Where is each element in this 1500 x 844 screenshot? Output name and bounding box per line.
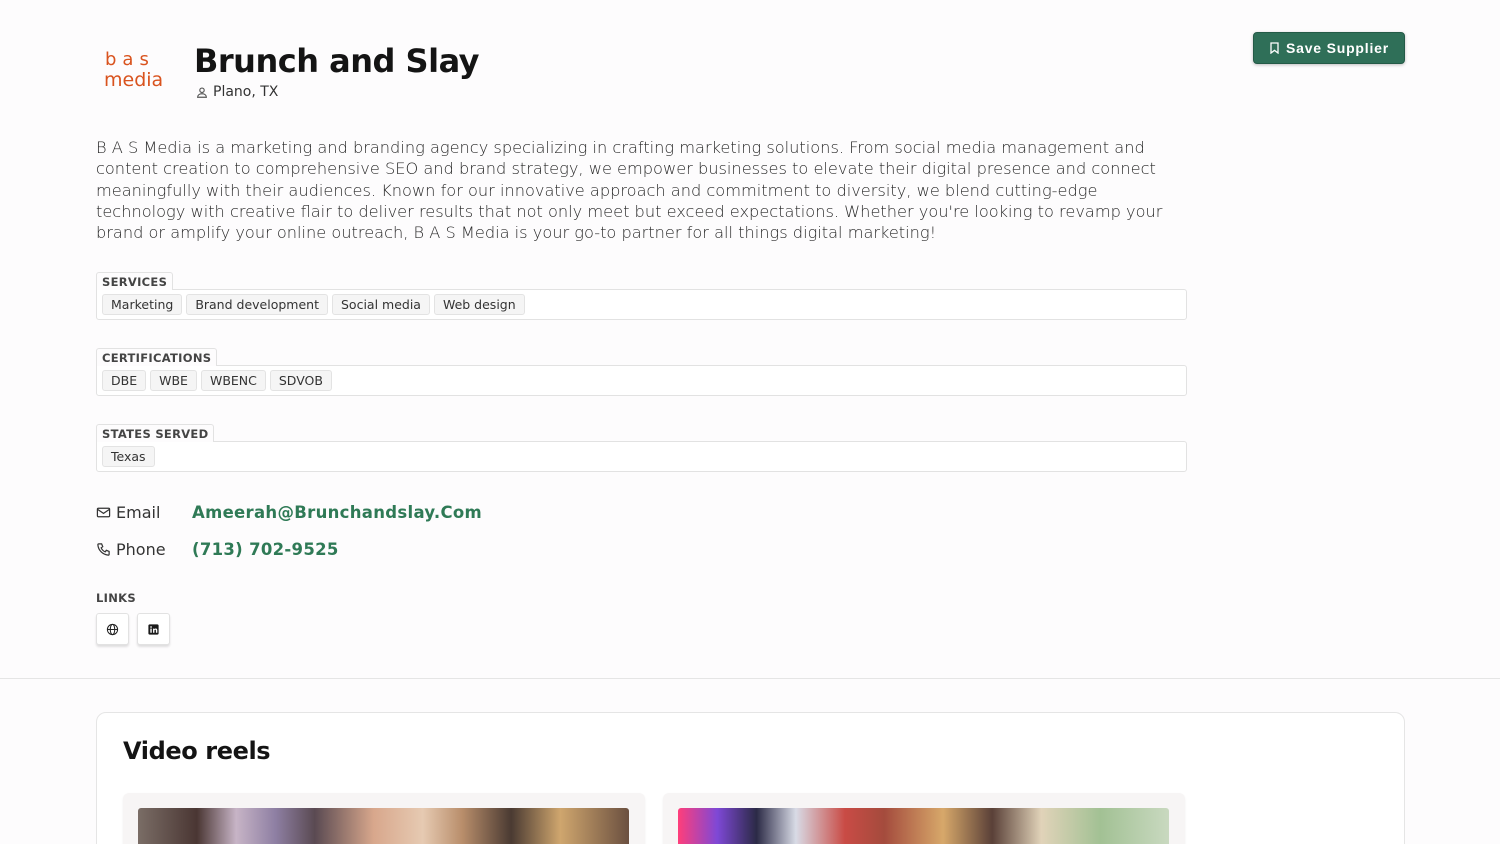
- states-served-tags: Texas: [96, 441, 1187, 472]
- certifications-label: CERTIFICATIONS: [96, 348, 218, 366]
- email-label-text: Email: [116, 503, 161, 522]
- video-thumbnail[interactable]: [138, 808, 629, 844]
- service-tag: Web design: [433, 294, 525, 315]
- email-label: Email: [96, 503, 192, 522]
- services-tags: Marketing Brand development Social media…: [96, 289, 1187, 320]
- bookmark-icon: [1270, 42, 1279, 54]
- states-served-section: STATES SERVED Texas: [96, 422, 1187, 472]
- phone-link[interactable]: (713) 702-9525: [192, 540, 339, 559]
- email-row: Email Ameerah@Brunchandslay.Com: [96, 503, 482, 522]
- video-reel-item[interactable]: [123, 793, 645, 844]
- phone-label: Phone: [96, 540, 192, 559]
- company-description: B A S Media is a marketing and branding …: [96, 138, 1163, 243]
- phone-label-text: Phone: [116, 540, 166, 559]
- section-divider: [0, 678, 1500, 679]
- service-tag: Brand development: [186, 294, 328, 315]
- logo-line-1: bas: [105, 49, 155, 70]
- certifications-section: CERTIFICATIONS DBE WBE WBENC SDVOB: [96, 346, 1187, 396]
- company-logo: bas media: [100, 50, 170, 94]
- video-reels-card: Video reels: [96, 712, 1405, 844]
- state-tag: Texas: [102, 446, 155, 467]
- mail-icon: [96, 507, 111, 518]
- video-thumbnail[interactable]: [678, 808, 1169, 844]
- states-served-label: STATES SERVED: [96, 424, 215, 442]
- service-tag: Social media: [331, 294, 430, 315]
- save-supplier-button[interactable]: Save Supplier: [1253, 32, 1405, 64]
- linkedin-icon: [148, 623, 159, 635]
- globe-icon: [106, 623, 119, 635]
- certification-tag: DBE: [102, 370, 147, 391]
- video-reels-title: Video reels: [123, 737, 271, 765]
- certification-tag: WBENC: [200, 370, 266, 391]
- service-tag: Marketing: [102, 294, 183, 315]
- certifications-tags: DBE WBE WBENC SDVOB: [96, 365, 1187, 396]
- linkedin-link-button[interactable]: [137, 613, 170, 645]
- location-text: Plano, TX: [213, 84, 279, 100]
- certification-tag: WBE: [150, 370, 197, 391]
- certification-tag: SDVOB: [269, 370, 332, 391]
- company-location: Plano, TX: [195, 84, 278, 100]
- location-pin-icon: [197, 87, 207, 98]
- video-reel-item[interactable]: [663, 793, 1185, 844]
- links-label: LINKS: [96, 591, 136, 605]
- logo-line-2: media: [104, 69, 164, 91]
- services-section: SERVICES Marketing Brand development Soc…: [96, 270, 1187, 320]
- phone-icon: [97, 543, 110, 556]
- email-link[interactable]: Ameerah@Brunchandslay.Com: [192, 503, 482, 522]
- services-label: SERVICES: [96, 272, 174, 290]
- phone-row: Phone (713) 702-9525: [96, 540, 339, 559]
- company-name: Brunch and Slay: [194, 42, 480, 80]
- save-supplier-label: Save Supplier: [1286, 40, 1389, 56]
- website-link-button[interactable]: [96, 613, 129, 645]
